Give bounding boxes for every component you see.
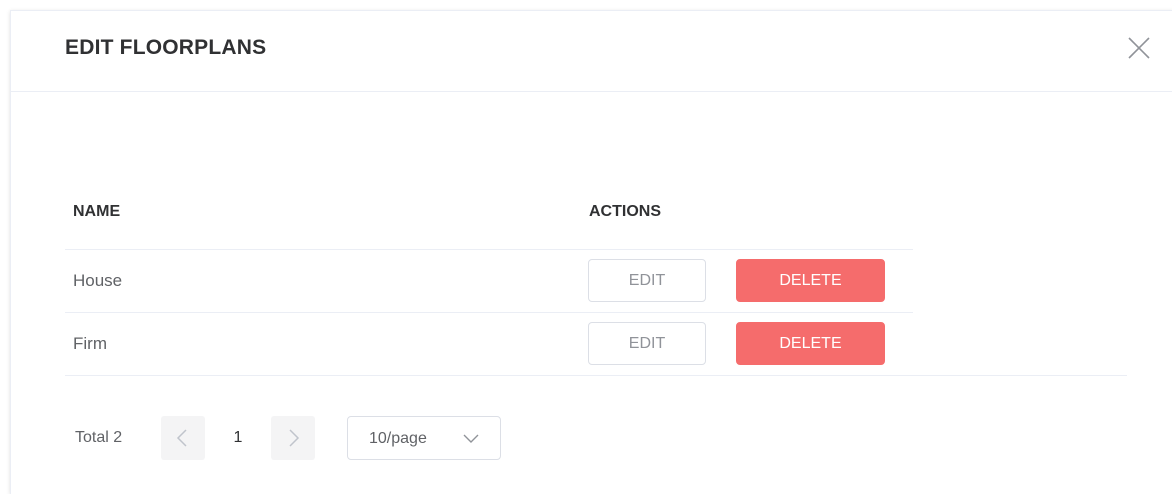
dialog-header: EDIT FLOORPLANS — [11, 11, 1172, 92]
delete-button[interactable]: DELETE — [736, 259, 885, 302]
chevron-left-icon — [176, 429, 187, 447]
edit-floorplans-dialog: EDIT FLOORPLANS NAME ACTIONS House EDIT … — [10, 10, 1172, 494]
chevron-down-icon — [463, 434, 479, 443]
floorplan-name: House — [73, 271, 123, 290]
table-row: Firm EDIT DELETE — [65, 313, 1127, 376]
pager: 1 — [161, 416, 317, 460]
page-size-label: 10/page — [369, 430, 427, 447]
dialog-title: EDIT FLOORPLANS — [65, 36, 267, 59]
page-size-select[interactable]: 10/page — [347, 416, 501, 460]
column-header-name: NAME — [73, 203, 121, 220]
edit-button[interactable]: EDIT — [588, 322, 706, 365]
page-number[interactable]: 1 — [205, 416, 271, 460]
chevron-right-icon — [289, 429, 300, 447]
edit-button[interactable]: EDIT — [588, 259, 706, 302]
floorplan-name: Firm — [73, 334, 107, 353]
floorplans-table: NAME ACTIONS House EDIT DELETE Firm EDIT… — [65, 186, 1127, 376]
column-header-actions: ACTIONS — [589, 203, 661, 220]
table-header: NAME ACTIONS — [65, 186, 913, 250]
prev-page-button[interactable] — [161, 416, 205, 460]
delete-button[interactable]: DELETE — [736, 322, 885, 365]
close-icon — [1128, 37, 1150, 59]
pagination-total: Total 2 — [75, 429, 123, 446]
next-page-button[interactable] — [271, 416, 315, 460]
table-row: House EDIT DELETE — [65, 250, 913, 313]
close-button[interactable] — [1125, 34, 1153, 62]
